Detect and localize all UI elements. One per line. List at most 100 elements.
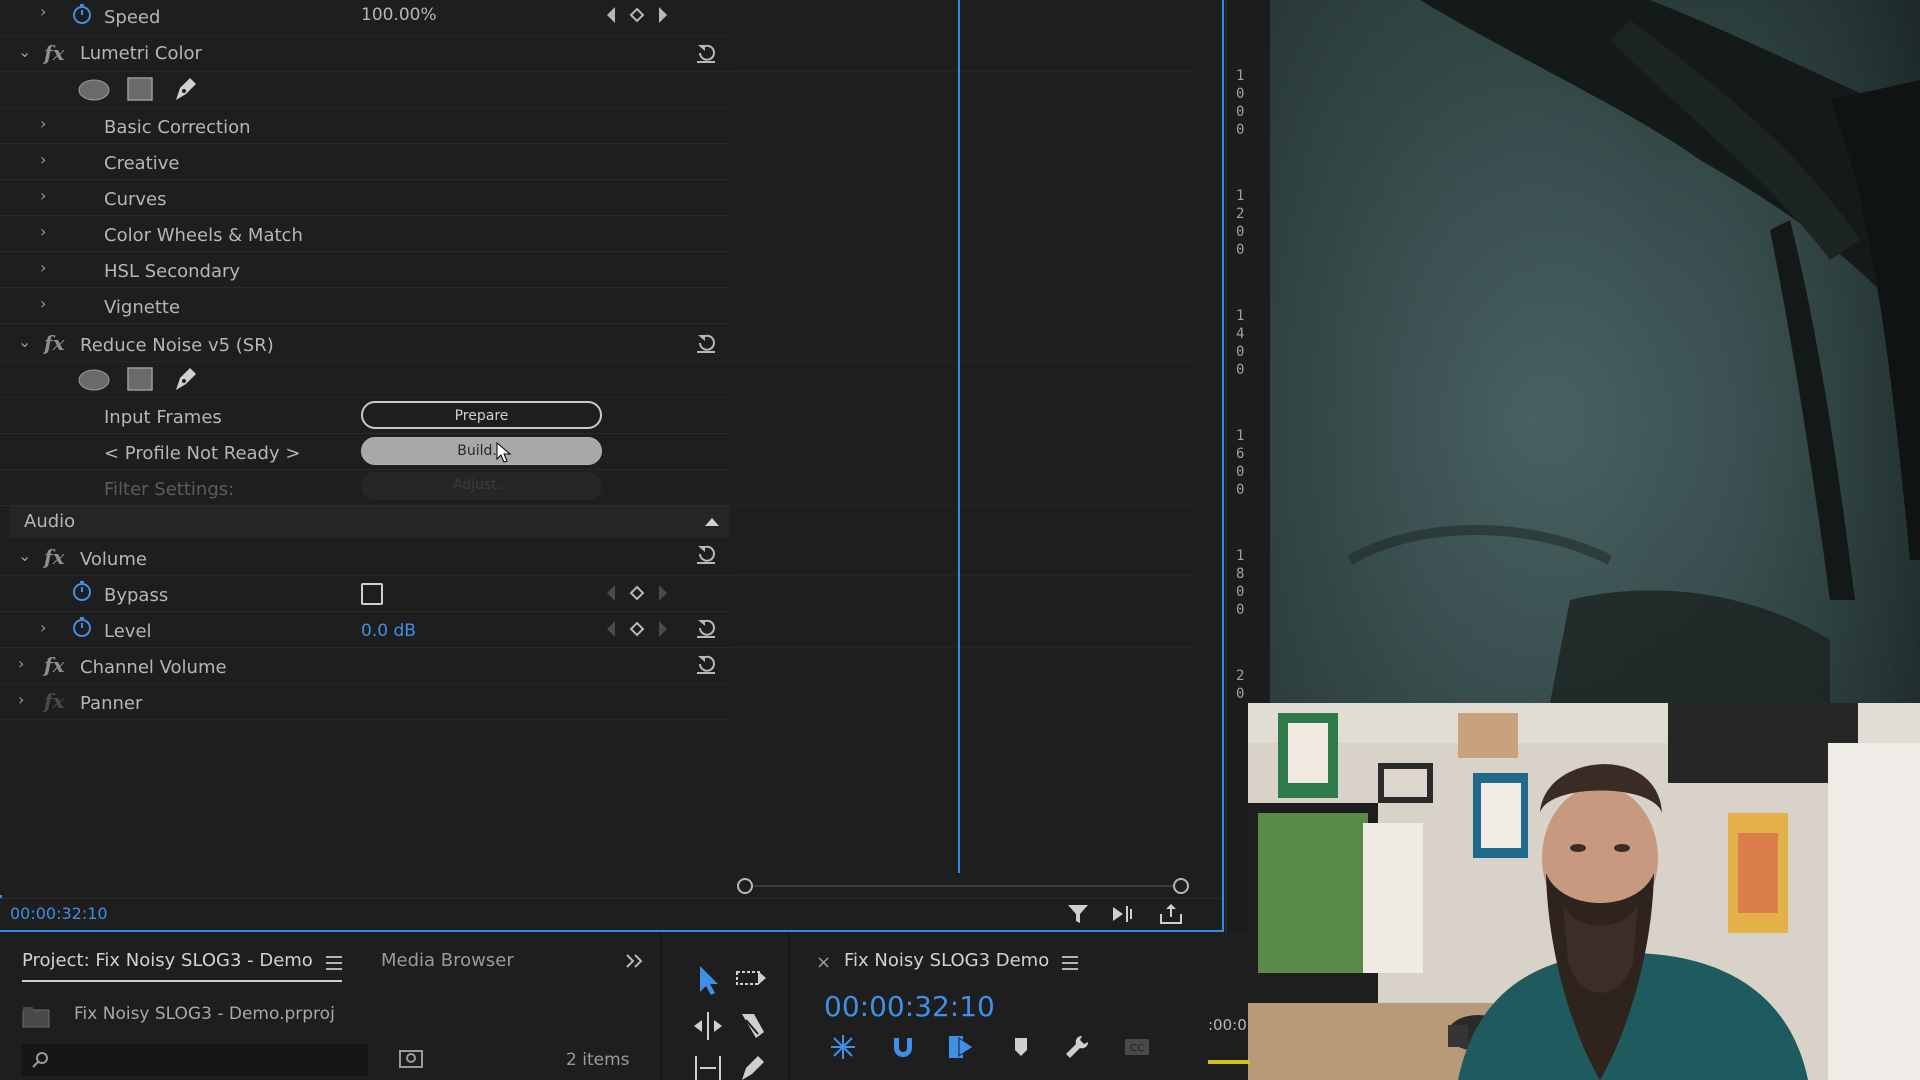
add-marker-icon[interactable] xyxy=(1006,1032,1036,1062)
chevron-right-icon[interactable]: › xyxy=(40,222,46,241)
chevron-right-icon[interactable]: › xyxy=(40,186,46,205)
tab-media-browser[interactable]: Media Browser xyxy=(381,950,514,971)
stopwatch-icon[interactable] xyxy=(71,616,93,638)
reset-icon[interactable] xyxy=(694,331,718,355)
snap-magnet-icon[interactable] xyxy=(888,1032,918,1062)
fx-icon[interactable]: fx xyxy=(44,41,65,65)
section-label: Color Wheels & Match xyxy=(104,225,303,246)
reset-icon[interactable] xyxy=(694,542,718,566)
captions-icon[interactable]: CC xyxy=(1122,1032,1152,1062)
rectangle-mask-icon[interactable] xyxy=(126,366,154,392)
effect-name: Panner xyxy=(80,693,143,714)
project-file-icon xyxy=(22,1007,50,1028)
fx-icon[interactable]: fx xyxy=(44,653,65,677)
chevron-right-icon[interactable]: › xyxy=(18,654,24,673)
lumetri-section-row[interactable]: › Creative xyxy=(0,144,730,180)
ellipse-mask-icon[interactable] xyxy=(77,77,111,103)
play-only-audio-icon[interactable] xyxy=(1110,902,1136,926)
chevron-right-icon[interactable]: › xyxy=(40,294,46,313)
keyframe-navigator[interactable] xyxy=(602,583,672,603)
mask-tools-row xyxy=(0,72,730,108)
wrench-settings-icon[interactable] xyxy=(1062,1032,1092,1062)
pen-tool-icon[interactable] xyxy=(734,1050,770,1080)
chevron-right-icon[interactable]: › xyxy=(40,114,46,133)
section-label: Creative xyxy=(104,153,180,174)
tab-project[interactable]: Project: Fix Noisy SLOG3 - Demo xyxy=(22,950,313,971)
lumetri-section-row[interactable]: › Color Wheels & Match xyxy=(0,216,730,252)
razor-tool-icon[interactable] xyxy=(734,1008,770,1044)
section-label: Vignette xyxy=(104,297,181,318)
prepare-button[interactable]: Prepare xyxy=(361,401,602,429)
lumetri-section-row[interactable]: › Vignette xyxy=(0,288,730,324)
export-icon[interactable] xyxy=(1158,902,1184,926)
level-row: › Level 0.0 dB xyxy=(0,612,730,648)
close-icon[interactable]: × xyxy=(816,952,831,973)
chevron-down-icon[interactable]: ⌄ xyxy=(18,332,31,351)
effect-controls-timeline-area[interactable] xyxy=(730,0,1222,895)
track-select-tool-icon[interactable] xyxy=(734,962,770,998)
fx-icon[interactable]: fx xyxy=(44,545,65,569)
audio-section-header[interactable]: Audio xyxy=(10,506,730,538)
nest-sequence-icon[interactable] xyxy=(828,1032,858,1062)
timeline-timecode[interactable]: 00:00:32:10 xyxy=(824,990,995,1023)
timeline-row-line xyxy=(730,612,1192,648)
chevron-down-icon[interactable]: ⌄ xyxy=(18,546,31,565)
reset-icon[interactable] xyxy=(694,41,718,65)
search-input[interactable] xyxy=(22,1044,368,1076)
speed-value[interactable]: 100.00% xyxy=(361,5,437,25)
stopwatch-icon[interactable] xyxy=(71,580,93,602)
ruler-digit: 0 xyxy=(1236,242,1245,258)
ellipse-mask-icon[interactable] xyxy=(77,367,111,393)
effect-controls-timecode[interactable]: 00:00:32:10 xyxy=(10,904,108,923)
bypass-checkbox[interactable] xyxy=(361,583,383,605)
double-chevron-right-icon[interactable] xyxy=(624,952,646,970)
ripple-edit-tool-icon[interactable] xyxy=(690,1008,726,1044)
chevron-right-icon[interactable]: › xyxy=(40,618,46,637)
fx-icon[interactable]: fx xyxy=(44,331,65,355)
linked-selection-icon[interactable] xyxy=(946,1032,976,1062)
slip-tool-icon[interactable] xyxy=(690,1050,726,1080)
bypass-label: Bypass xyxy=(104,585,169,606)
build-button[interactable]: Build... xyxy=(361,437,602,465)
filter-icon[interactable] xyxy=(1066,902,1092,926)
panel-menu-icon[interactable] xyxy=(326,956,342,970)
chevron-right-icon[interactable]: › xyxy=(40,150,46,169)
lumetri-section-row[interactable]: › Curves xyxy=(0,180,730,216)
selection-tool-icon[interactable] xyxy=(690,962,726,998)
chevron-down-icon[interactable]: ⌄ xyxy=(18,42,31,61)
lumetri-section-row[interactable]: › HSL Secondary xyxy=(0,252,730,288)
channel-volume-row[interactable]: › fx Channel Volume xyxy=(0,648,730,684)
find-in-bin-icon[interactable] xyxy=(398,1048,424,1070)
scroll-start-handle[interactable] xyxy=(737,878,753,894)
ruler-digit: 1 xyxy=(1236,548,1245,564)
keyframe-navigator[interactable] xyxy=(602,5,672,25)
sequence-menu-icon[interactable] xyxy=(1062,956,1078,970)
active-tab-underline xyxy=(22,980,342,982)
rectangle-mask-icon[interactable] xyxy=(126,76,154,102)
zoom-scrollbar[interactable] xyxy=(737,878,1189,894)
ruler-digit: 0 xyxy=(1236,224,1245,240)
playhead-line[interactable] xyxy=(958,0,960,873)
volume-row[interactable]: ⌄ fx Volume xyxy=(0,540,730,576)
chevron-right-icon[interactable]: › xyxy=(40,258,46,277)
stopwatch-icon[interactable] xyxy=(71,3,93,25)
level-value[interactable]: 0.0 dB xyxy=(361,621,416,641)
reset-icon[interactable] xyxy=(694,652,718,676)
ruler-digit: 0 xyxy=(1236,482,1245,498)
panner-row[interactable]: › fx Panner xyxy=(0,684,730,720)
keyframe-navigator[interactable] xyxy=(602,619,672,639)
chevron-right-icon[interactable]: › xyxy=(40,2,46,21)
scroll-end-handle[interactable] xyxy=(1173,878,1189,894)
pen-mask-icon[interactable] xyxy=(172,74,200,104)
ruler-digit: 0 xyxy=(1236,86,1245,102)
chevron-right-icon[interactable]: › xyxy=(18,690,24,709)
lumetri-section-row[interactable]: › Basic Correction xyxy=(0,108,730,144)
pen-mask-icon[interactable] xyxy=(172,364,200,394)
timeline-row-line xyxy=(730,470,1192,506)
tab-sequence[interactable]: Fix Noisy SLOG3 Demo xyxy=(844,950,1049,971)
reset-icon[interactable] xyxy=(694,616,718,640)
timeline-row-line xyxy=(730,36,1192,72)
reduce-noise-row[interactable]: ⌄ fx Reduce Noise v5 (SR) xyxy=(0,326,730,362)
collapse-triangle-icon[interactable] xyxy=(704,516,720,528)
lumetri-color-row[interactable]: ⌄ fx Lumetri Color xyxy=(0,36,730,72)
